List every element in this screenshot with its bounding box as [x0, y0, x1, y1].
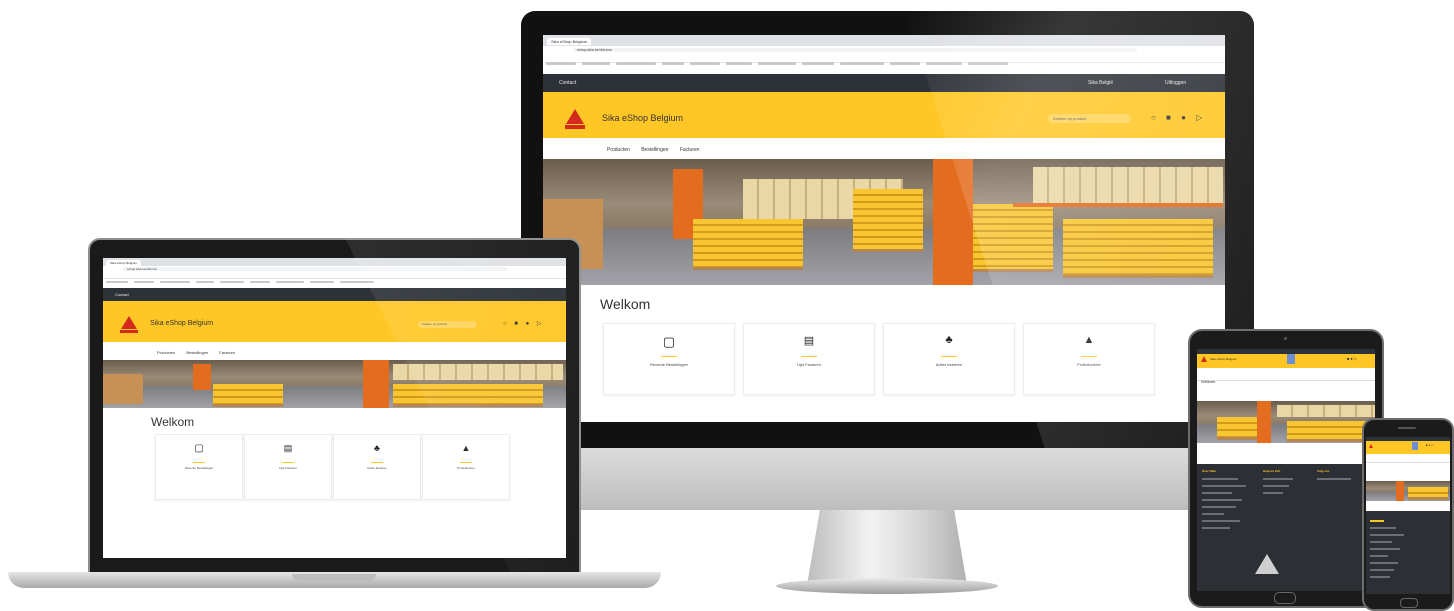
card-label: Adres beheren	[367, 466, 387, 470]
dashboard-card[interactable]: ▤ Lijst Facturen	[244, 434, 332, 500]
menu-item-bestellingen[interactable]: Bestellingen	[186, 350, 208, 355]
search-input[interactable]	[1197, 368, 1375, 381]
sika-logo-icon[interactable]	[121, 316, 137, 329]
menu-item-facturen[interactable]: Facturen	[680, 147, 700, 153]
dashboard-card[interactable]: ♣ Adres beheren	[333, 434, 421, 500]
laptop-notch	[292, 574, 376, 581]
nav-contact-link[interactable]: Contact	[559, 80, 576, 86]
monitor-chin	[521, 448, 1254, 510]
monitor-screen: Sika eShop Belgium eshop.sika.be/nl/home…	[543, 35, 1225, 422]
menu-toggle-button[interactable]	[1287, 354, 1295, 364]
sika-logo-icon[interactable]	[1201, 356, 1207, 362]
dashboard-card[interactable]: ▤ Lijst Facturen	[743, 323, 875, 395]
warehouse-banner	[1197, 401, 1375, 443]
header-band	[1366, 441, 1450, 454]
users-icon: ♣	[945, 334, 953, 346]
nav-contact-link[interactable]: Contact	[115, 292, 129, 297]
phone-speaker	[1398, 427, 1416, 429]
browser-tab[interactable]: Sika eShop Belgium	[547, 38, 592, 45]
menu-item-producten[interactable]: Producten	[157, 350, 175, 355]
url-field[interactable]: eshop.sika.be/nl/home	[573, 48, 1137, 52]
nav-logout-link[interactable]: Uitloggen	[1165, 80, 1186, 86]
card-label: Recente Bestellingen	[650, 362, 688, 367]
menu-item-bestellingen[interactable]: Bestellingen	[641, 147, 668, 153]
main-menu: Producten Bestellingen Facturen	[601, 142, 1217, 159]
sika-logo-bar	[565, 125, 585, 129]
phone-home-button	[1400, 598, 1418, 608]
page-title: Welkom	[1201, 379, 1216, 384]
page-title: Welkom	[151, 415, 195, 429]
footer-heading: Over Sika	[1202, 469, 1216, 473]
shop-title: Sika eShop Belgium	[150, 320, 214, 327]
dashboard-card[interactable]: ▲ Profielbeheer	[422, 434, 510, 500]
footer: Over Sika Hulp en Info Volg ons	[1197, 464, 1375, 591]
bookmarks-bar	[543, 54, 1225, 65]
user-icon: ▲	[1083, 334, 1095, 346]
tab-title: Sika eShop Belgium	[551, 39, 588, 44]
search-input[interactable]: Zoeken op product	[418, 321, 477, 328]
top-navigation: Contact Sika België Uitloggen	[543, 74, 1225, 92]
tablet-camera	[1284, 337, 1287, 340]
header-icons[interactable]: ○ ■ ● ▷	[1151, 113, 1206, 122]
sika-logo-icon[interactable]	[566, 109, 584, 124]
main-menu: Producten Bestellingen Facturen	[152, 346, 554, 360]
sika-footer-logo-icon	[1255, 554, 1279, 574]
url-text: eshop.sika.be/nl/home	[127, 267, 158, 271]
url-field[interactable]: eshop.sika.be/nl/home	[123, 267, 507, 271]
dashboard-card[interactable]: ♣ Adres beheren	[883, 323, 1015, 395]
tablet-home-button	[1274, 592, 1296, 604]
search-input[interactable]	[1366, 454, 1450, 463]
footer-heading: Volg ons	[1317, 469, 1330, 473]
sika-logo-bar	[120, 330, 138, 333]
dashboard-card[interactable]: ▲ Profielbeheer	[1023, 323, 1155, 395]
header-icons[interactable]: ■●▷	[1426, 443, 1435, 447]
top-navigation: Contact	[103, 288, 566, 301]
tab-title: Sika eShop Belgium	[110, 261, 138, 265]
dashboard-card[interactable]: ▢ Recente Bestellingen	[155, 434, 243, 500]
users-icon: ♣	[374, 443, 380, 453]
menu-item-facturen[interactable]: Facturen	[219, 350, 235, 355]
document-icon: ▤	[803, 335, 815, 347]
clipboard-icon: ▢	[194, 443, 204, 454]
card-label: Profielbeheer	[457, 466, 475, 470]
nav-country-link[interactable]: Sika België	[1088, 80, 1113, 86]
monitor-stand-foot	[776, 578, 998, 594]
card-label: Adres beheren	[935, 362, 963, 367]
shop-title: Sika eShop Belgium	[602, 113, 684, 123]
menu-item-producten[interactable]: Producten	[607, 147, 630, 153]
sika-logo-icon[interactable]	[1369, 444, 1373, 448]
card-label: Lijst Facturen	[278, 466, 297, 470]
tablet-screen: Sika eShop Belgium ■●▷ Welkom Over Sika …	[1197, 349, 1375, 591]
bookmarks-bar	[103, 272, 566, 283]
laptop-screen: Sika eShop Belgium eshop.sika.be/nl/home…	[103, 258, 566, 558]
footer	[1366, 511, 1450, 594]
card-label: Lijst Facturen	[796, 362, 821, 367]
warehouse-banner	[103, 360, 566, 408]
document-icon: ▤	[283, 443, 293, 453]
footer-heading: Hulp en Info	[1263, 469, 1281, 473]
header-icons[interactable]: ○ ■ ● ▷	[503, 320, 545, 327]
header-icons[interactable]: ■●▷	[1347, 356, 1358, 361]
phone-screen: ■●▷	[1366, 437, 1450, 594]
clipboard-icon: ▢	[662, 334, 676, 349]
search-input[interactable]: Zoeken op product	[1048, 114, 1131, 123]
dashboard-card[interactable]: ▢ Recente Bestellingen	[603, 323, 735, 395]
card-label: Recente Bestellingen	[184, 466, 214, 470]
warehouse-banner	[1366, 481, 1450, 501]
monitor-stand-neck	[807, 510, 967, 585]
card-label: Profielbeheer	[1077, 362, 1101, 367]
url-text: eshop.sika.be/nl/home	[577, 48, 613, 52]
browser-tab-bar: Sika eShop Belgium	[543, 35, 1225, 46]
warehouse-banner	[543, 159, 1225, 285]
browser-tab-bar: Sika eShop Belgium	[103, 258, 566, 266]
user-icon: ▲	[461, 443, 471, 453]
page-title: Welkom	[600, 296, 651, 312]
menu-toggle-button[interactable]	[1412, 442, 1418, 450]
shop-title: Sika eShop Belgium	[1210, 357, 1238, 361]
